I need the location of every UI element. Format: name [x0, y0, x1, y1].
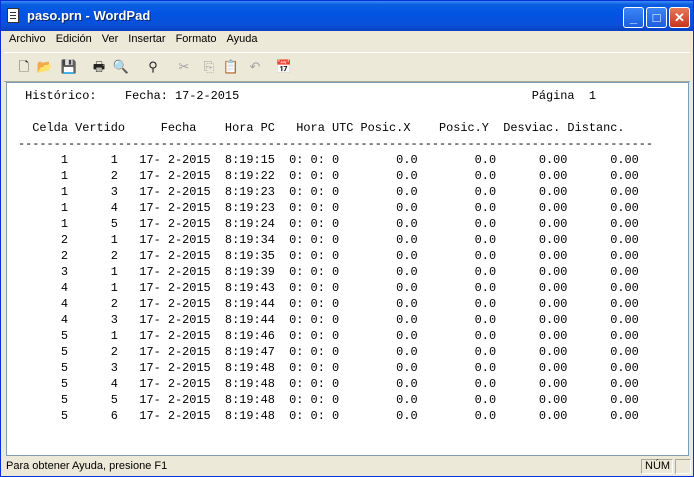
undo-icon[interactable]: ↶	[245, 57, 265, 77]
status-bar: Para obtener Ayuda, presione F1 NÚM	[1, 457, 693, 476]
wordpad-window: paso.prn - WordPad _ □ ✕ Archivo Edición V…	[0, 0, 694, 477]
minimize-button[interactable]: _	[623, 7, 644, 28]
open-icon[interactable]: 📂	[35, 57, 55, 77]
table-row: 5 6 17- 2-2015 8:19:48 0: 0: 0 0.0 0.0 0…	[18, 409, 639, 423]
print-icon[interactable]: 🖶	[89, 57, 109, 77]
table-row: 1 5 17- 2-2015 8:19:24 0: 0: 0 0.0 0.0 0…	[18, 217, 639, 231]
table-row: 5 3 17- 2-2015 8:19:48 0: 0: 0 0.0 0.0 0…	[18, 361, 639, 375]
wordpad-app-icon[interactable]	[7, 8, 19, 23]
print-preview-icon[interactable]: 🔍	[111, 57, 131, 77]
menu-ver[interactable]: Ver	[97, 31, 124, 51]
menu-formato[interactable]: Formato	[171, 31, 222, 51]
toolbar: 🗋 📂 💾 🖶 🔍 ⚲ ✂ ⎘ 📋 ↶ 📅	[4, 52, 690, 82]
document-area[interactable]: Histórico: Fecha: 17-2-2015 Página 1 Cel…	[6, 82, 689, 456]
window-title: paso.prn - WordPad	[27, 8, 151, 23]
status-help-text: Para obtener Ayuda, presione F1	[6, 460, 168, 472]
table-row: 5 2 17- 2-2015 8:19:47 0: 0: 0 0.0 0.0 0…	[18, 345, 639, 359]
find-icon[interactable]: ⚲	[143, 57, 163, 77]
table-row: 5 4 17- 2-2015 8:19:48 0: 0: 0 0.0 0.0 0…	[18, 377, 639, 391]
copy-icon[interactable]: ⎘	[199, 57, 219, 77]
close-button[interactable]: ✕	[669, 7, 690, 28]
title-bar[interactable]: paso.prn - WordPad _ □ ✕	[1, 1, 693, 31]
maximize-button[interactable]: □	[646, 7, 667, 28]
table-row: 5 1 17- 2-2015 8:19:46 0: 0: 0 0.0 0.0 0…	[18, 329, 639, 343]
menu-insertar[interactable]: Insertar	[123, 31, 170, 51]
cut-icon[interactable]: ✂	[174, 57, 194, 77]
table-row: 4 3 17- 2-2015 8:19:44 0: 0: 0 0.0 0.0 0…	[18, 313, 639, 327]
table-row: 1 1 17- 2-2015 8:19:15 0: 0: 0 0.0 0.0 0…	[18, 153, 639, 167]
menu-archivo[interactable]: Archivo	[4, 31, 51, 51]
insert-date-icon[interactable]: 📅	[274, 57, 294, 77]
report-header: Histórico: Fecha: 17-2-2015 Página 1	[18, 89, 596, 103]
num-lock-indicator: NÚM	[641, 459, 673, 474]
menu-ayuda[interactable]: Ayuda	[222, 31, 263, 51]
table-row: 2 2 17- 2-2015 8:19:35 0: 0: 0 0.0 0.0 0…	[18, 249, 639, 263]
separator-line: ----------------------------------------…	[18, 137, 654, 151]
table-row: 4 1 17- 2-2015 8:19:43 0: 0: 0 0.0 0.0 0…	[18, 281, 639, 295]
column-headers: Celda Vertido Fecha Hora PC Hora UTC Pos…	[18, 121, 625, 135]
table-row: 2 1 17- 2-2015 8:19:34 0: 0: 0 0.0 0.0 0…	[18, 233, 639, 247]
menu-bar: Archivo Edición Ver Insertar Formato Ayuda	[4, 31, 690, 51]
table-row: 1 2 17- 2-2015 8:19:22 0: 0: 0 0.0 0.0 0…	[18, 169, 639, 183]
size-grip[interactable]	[675, 459, 691, 474]
table-row: 1 3 17- 2-2015 8:19:23 0: 0: 0 0.0 0.0 0…	[18, 185, 639, 199]
table-row: 5 5 17- 2-2015 8:19:48 0: 0: 0 0.0 0.0 0…	[18, 393, 639, 407]
new-icon[interactable]: 🗋	[14, 57, 34, 77]
save-icon[interactable]: 💾	[59, 57, 79, 77]
table-row: 3 1 17- 2-2015 8:19:39 0: 0: 0 0.0 0.0 0…	[18, 265, 639, 279]
paste-icon[interactable]: 📋	[221, 57, 241, 77]
table-row: 1 4 17- 2-2015 8:19:23 0: 0: 0 0.0 0.0 0…	[18, 201, 639, 215]
menu-edicin[interactable]: Edición	[51, 31, 97, 51]
table-row: 4 2 17- 2-2015 8:19:44 0: 0: 0 0.0 0.0 0…	[18, 297, 639, 311]
